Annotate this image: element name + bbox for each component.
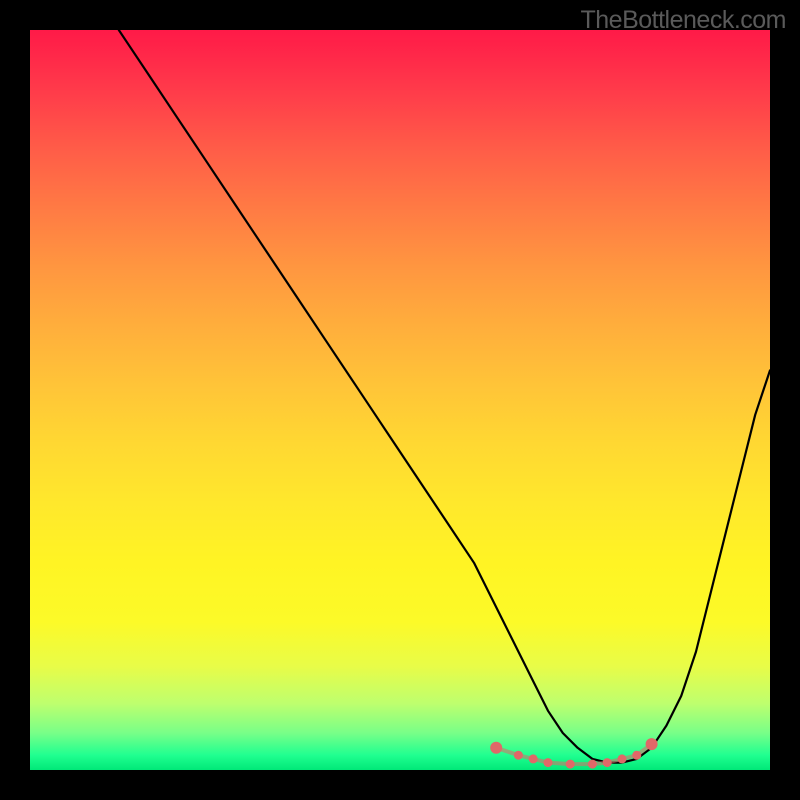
chart-svg	[30, 30, 770, 770]
watermark-text: TheBottleneck.com	[581, 6, 787, 35]
highlight-segment	[496, 744, 651, 764]
highlight-point	[490, 742, 502, 754]
highlight-point	[514, 751, 523, 760]
highlight-point	[646, 738, 658, 750]
chart-container: TheBottleneck.com	[0, 0, 800, 800]
highlight-point	[566, 760, 575, 769]
curve-line	[119, 30, 770, 763]
highlight-point	[529, 754, 538, 763]
highlight-point	[632, 751, 641, 760]
highlight-point	[588, 760, 597, 769]
highlight-point	[603, 758, 612, 767]
plot-area	[30, 30, 770, 770]
highlight-point	[544, 758, 553, 767]
chart-series	[119, 30, 770, 769]
highlight-point	[618, 754, 627, 763]
